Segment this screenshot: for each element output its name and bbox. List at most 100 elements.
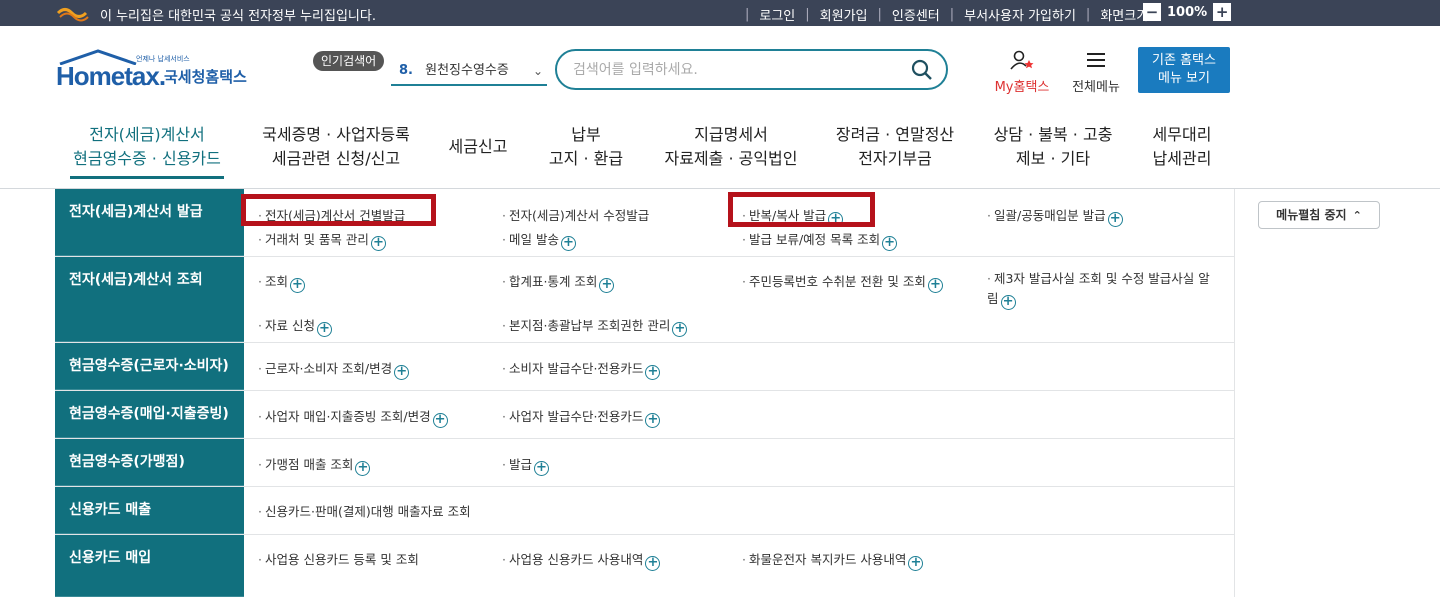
- submenu-row: 현금영수증(근로자·소비자) · 근로자·소비자 조회/변경 + · 소비자 발급수단…: [55, 343, 1235, 391]
- submenu-link[interactable]: · 자료 신청 +: [258, 315, 332, 337]
- legacy-button-line2: 메뉴 보기: [1158, 71, 1210, 86]
- submenu-category: 신용카드 매입: [55, 535, 244, 597]
- signup-link[interactable]: 회원가입: [820, 5, 868, 24]
- highlight-box: [241, 194, 436, 226]
- nav-tab-e-invoice[interactable]: 전자(세금)계산서 현금영수증 · 신용카드: [70, 123, 224, 171]
- submenu-panel: 전자(세금)계산서 발급 · 전자(세금)계산서 건별발급 · 전자(세금)계산서 …: [55, 189, 1235, 597]
- plus-circle-icon[interactable]: +: [927, 278, 943, 293]
- screen-size-label: 화면크기: [1100, 9, 1149, 24]
- plus-circle-icon[interactable]: +: [882, 236, 898, 251]
- submenu-link[interactable]: · 사업용 신용카드 사용내역 +: [502, 549, 661, 571]
- nav-tab-tax-filing[interactable]: 세금신고: [438, 135, 518, 159]
- submenu-row: 전자(세금)계산서 발급 · 전자(세금)계산서 건별발급 · 전자(세금)계산서 …: [55, 189, 1235, 257]
- nav-tab-certificates[interactable]: 국세증명 · 사업자등록 세금관련 신청/신고: [256, 123, 416, 171]
- zoom-control: − 100% +: [1143, 3, 1232, 21]
- menu-collapse-label: 메뉴펼침 중지: [1276, 208, 1347, 222]
- submenu-link[interactable]: · 거래처 및 품목 관리 +: [258, 229, 386, 251]
- submenu-row: 신용카드 매입 · 사업용 신용카드 등록 및 조회 · 사업용 신용카드 사용내역…: [55, 535, 1235, 597]
- zoom-out-button[interactable]: −: [1143, 3, 1161, 21]
- chevron-up-icon: ⌃: [1352, 209, 1362, 222]
- plus-circle-icon[interactable]: +: [908, 556, 924, 571]
- plus-circle-icon[interactable]: +: [316, 322, 332, 337]
- submenu-link[interactable]: · 조회 +: [258, 271, 305, 293]
- legacy-button-line1: 기존 홈택스: [1152, 53, 1216, 68]
- plus-circle-icon[interactable]: +: [290, 278, 305, 293]
- submenu-link[interactable]: · 사업자 매입·지출증빙 조회/변경 +: [258, 406, 448, 428]
- submenu-link[interactable]: · 발급 보류/예정 목록 조회 +: [742, 229, 898, 251]
- nav-tab-payment-statement[interactable]: 지급명세서 자료제출 · 공익법인: [656, 123, 806, 171]
- all-menu-label: 전체메뉴: [1072, 80, 1120, 95]
- submenu-link[interactable]: · 사업자 발급수단·전용카드 +: [502, 406, 661, 428]
- certificate-center-link[interactable]: 인증센터: [892, 5, 940, 24]
- legacy-hometax-menu-button[interactable]: 기존 홈택스 메뉴 보기: [1138, 47, 1230, 93]
- menu-collapse-button[interactable]: 메뉴펼침 중지 ⌃: [1258, 201, 1380, 229]
- plus-circle-icon[interactable]: +: [534, 461, 549, 476]
- submenu-category: 신용카드 매출: [55, 487, 244, 534]
- hamburger-menu-icon: [1087, 53, 1105, 67]
- chevron-down-icon: ⌄: [532, 64, 543, 78]
- plus-circle-icon[interactable]: +: [355, 461, 371, 476]
- submenu-link[interactable]: · 메일 발송 +: [502, 229, 576, 251]
- submenu-category: 현금영수증(근로자·소비자): [55, 343, 244, 390]
- submenu-link[interactable]: · 발급 +: [502, 454, 549, 476]
- login-link[interactable]: 로그인: [759, 5, 795, 24]
- brand-korean-name: 국세청홈택스: [164, 68, 247, 86]
- plus-circle-icon[interactable]: +: [394, 365, 410, 380]
- search-input[interactable]: [573, 59, 903, 81]
- nav-tab-consultation[interactable]: 상담 · 불복 · 고충 제보 · 기타: [986, 123, 1120, 171]
- plus-circle-icon[interactable]: +: [599, 278, 615, 293]
- plus-circle-icon[interactable]: +: [672, 322, 688, 337]
- main-navigation: 전자(세금)계산서 현금영수증 · 신용카드 국세증명 · 사업자등록 세금관련 신…: [0, 120, 1440, 188]
- all-menu-button[interactable]: 전체메뉴: [1066, 50, 1126, 95]
- plus-circle-icon[interactable]: +: [645, 413, 661, 428]
- hometax-logo[interactable]: 언제나 납세서비스 Hometax. 국세청홈택스: [56, 47, 256, 95]
- submenu-link[interactable]: · 제3자 발급사실 조회 및 수정 발급사실 알림 +: [987, 269, 1217, 310]
- active-tab-indicator: [70, 176, 224, 179]
- popular-term: 원천징수영수증: [425, 63, 509, 78]
- search-box: [555, 49, 948, 90]
- popular-rank: 8.: [399, 63, 413, 78]
- my-hometax-button[interactable]: My홈택스: [990, 50, 1054, 95]
- submenu-link[interactable]: · 소비자 발급수단·전용카드 +: [502, 358, 661, 380]
- search-icon[interactable]: [910, 58, 934, 82]
- plus-circle-icon[interactable]: +: [432, 413, 448, 428]
- submenu-link[interactable]: · 사업용 신용카드 등록 및 조회: [258, 549, 419, 568]
- submenu-category: 현금영수증(가맹점): [55, 439, 244, 486]
- my-hometax-label: My홈택스: [994, 80, 1050, 95]
- submenu-row: 현금영수증(가맹점) · 가맹점 매출 조회 + · 발급 +: [55, 439, 1235, 487]
- plus-circle-icon[interactable]: +: [645, 365, 661, 380]
- submenu-row: 현금영수증(매입·지출증빙) · 사업자 매입·지출증빙 조회/변경 + · 사업자 …: [55, 391, 1235, 439]
- nav-tab-tax-agent[interactable]: 세무대리 납세관리: [1142, 123, 1222, 171]
- gov-banner-text: 이 누리집은 대한민국 공식 전자정부 누리집입니다.: [100, 9, 376, 24]
- popular-search-dropdown[interactable]: 8. 원천징수영수증 ⌄: [391, 58, 547, 86]
- plus-circle-icon[interactable]: +: [1000, 295, 1016, 310]
- submenu-row: 신용카드 매출 · 신용카드·판매(결제)대행 매출자료 조회: [55, 487, 1235, 535]
- submenu-link[interactable]: · 전자(세금)계산서 수정발급: [502, 205, 649, 224]
- plus-circle-icon[interactable]: +: [370, 236, 386, 251]
- submenu-category: 현금영수증(매입·지출증빙): [55, 391, 244, 438]
- submenu-category: 전자(세금)계산서 발급: [55, 189, 244, 256]
- submenu-link[interactable]: · 가맹점 매출 조회 +: [258, 454, 371, 476]
- submenu-link[interactable]: · 본지점·총괄납부 조회권한 관리 +: [502, 315, 688, 337]
- submenu-row: 전자(세금)계산서 조회 · 조회 + · 합계표·통계 조회 + · 주민등록번호 수취…: [55, 257, 1235, 343]
- submenu-link[interactable]: · 합계표·통계 조회 +: [502, 271, 615, 293]
- plus-circle-icon[interactable]: +: [560, 236, 576, 251]
- nav-tab-payment[interactable]: 납부 고지 · 환급: [536, 123, 636, 171]
- highlight-box: [728, 192, 875, 227]
- popular-search-badge: 인기검색어: [313, 51, 385, 71]
- department-user-signup-link[interactable]: 부서사용자 가입하기: [964, 5, 1076, 24]
- submenu-link[interactable]: · 일괄/공동매입분 발급 +: [987, 205, 1123, 227]
- submenu-link[interactable]: · 신용카드·판매(결제)대행 매출자료 조회: [258, 501, 471, 520]
- brand-name: Hometax.: [56, 61, 166, 91]
- user-star-icon: [1010, 50, 1034, 70]
- plus-circle-icon[interactable]: +: [1107, 212, 1123, 227]
- submenu-link[interactable]: · 근로자·소비자 조회/변경 +: [258, 358, 410, 380]
- gov-banner: 이 누리집은 대한민국 공식 전자정부 누리집입니다. | 로그인 | 회원가입…: [0, 0, 1440, 26]
- government-logo-icon: [56, 8, 89, 22]
- plus-circle-icon[interactable]: +: [645, 556, 661, 571]
- nav-tab-incentives[interactable]: 장려금 · 연말정산 전자기부금: [828, 123, 962, 171]
- zoom-level: 100%: [1167, 4, 1208, 20]
- submenu-link[interactable]: · 주민등록번호 수취분 전환 및 조회 +: [742, 271, 943, 293]
- zoom-in-button[interactable]: +: [1213, 3, 1232, 21]
- submenu-link[interactable]: · 화물운전자 복지카드 사용내역 +: [742, 549, 924, 571]
